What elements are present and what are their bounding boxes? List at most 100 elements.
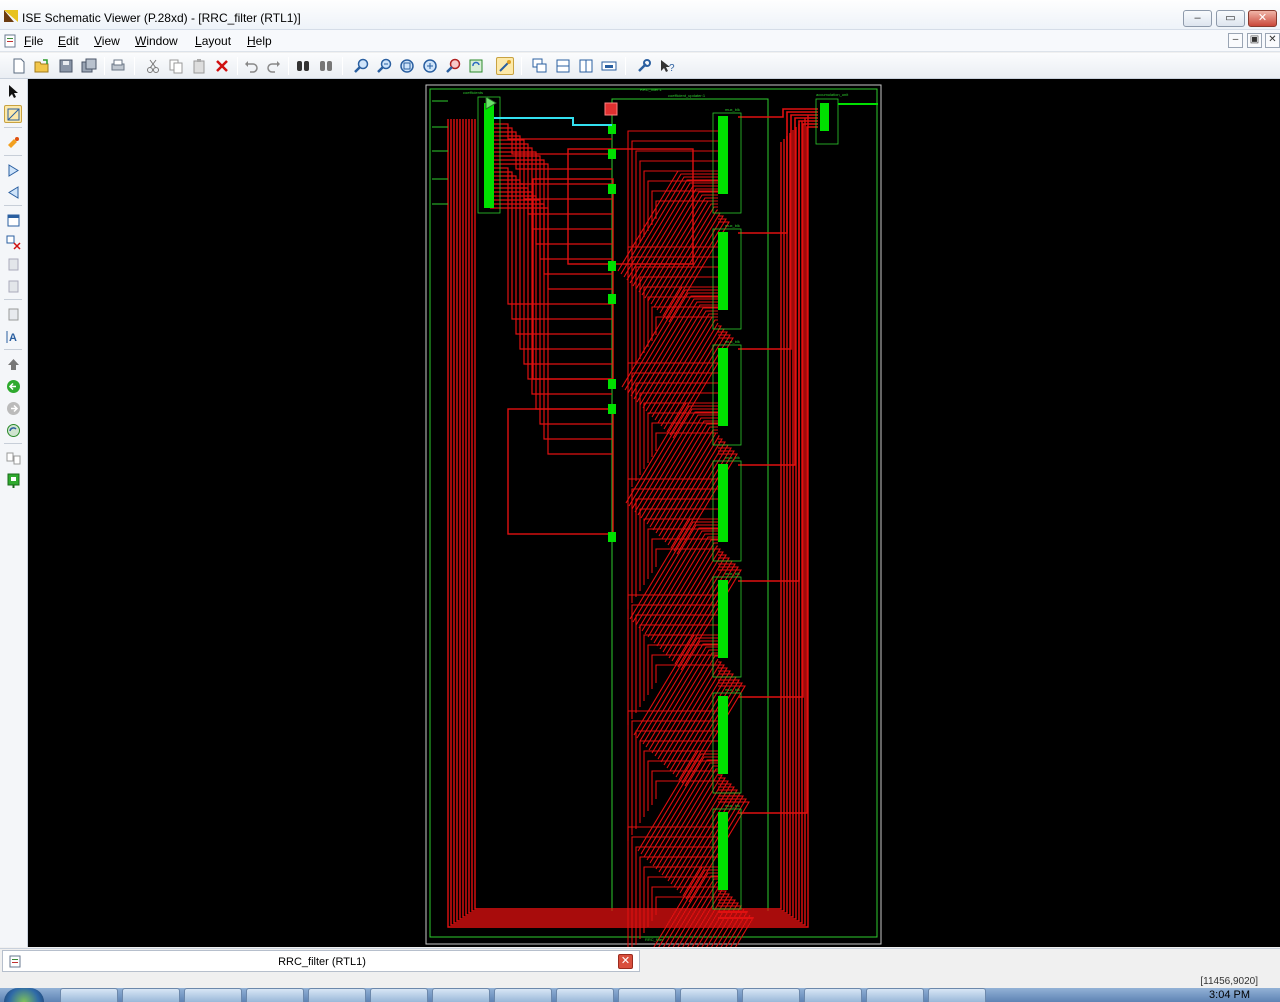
cut-icon[interactable] bbox=[144, 57, 162, 75]
copy-icon[interactable] bbox=[167, 57, 185, 75]
highlight-icon[interactable] bbox=[4, 133, 22, 151]
save-icon[interactable] bbox=[57, 57, 75, 75]
pop-icon[interactable] bbox=[4, 277, 22, 295]
taskbar-app-15[interactable] bbox=[928, 988, 986, 1002]
taskbar-app-3[interactable] bbox=[184, 988, 242, 1002]
taskbar-ise[interactable] bbox=[122, 988, 180, 1002]
zoom-area-icon[interactable] bbox=[421, 57, 439, 75]
tab-close-icon[interactable]: ✕ bbox=[618, 954, 633, 969]
ise-app-icon bbox=[4, 10, 18, 22]
new-icon[interactable] bbox=[10, 57, 28, 75]
find-icon[interactable] bbox=[294, 57, 312, 75]
zoom-out-icon[interactable] bbox=[375, 57, 393, 75]
schematic-drawing: mux_blk mux_blk mux_blk mux_blk mux_blk mux_b… bbox=[425, 84, 882, 1002]
back-icon[interactable] bbox=[4, 377, 22, 395]
hierarchy-icon[interactable] bbox=[4, 305, 22, 323]
output-marker bbox=[604, 102, 618, 116]
mdi-restore-button[interactable]: ▣ bbox=[1247, 33, 1262, 48]
taskbar-app-14[interactable] bbox=[866, 988, 924, 1002]
taskbar-app-11[interactable] bbox=[680, 988, 738, 1002]
taskbar-app-10[interactable] bbox=[618, 988, 676, 1002]
taskbar-app-6[interactable] bbox=[370, 988, 428, 1002]
menu-help[interactable]: Help bbox=[247, 34, 272, 48]
menu-window[interactable]: Window bbox=[135, 34, 178, 48]
copy-schematic-icon[interactable] bbox=[4, 449, 22, 467]
taskbar-app-12[interactable] bbox=[742, 988, 800, 1002]
delete-icon[interactable] bbox=[213, 57, 231, 75]
wire bbox=[656, 209, 718, 311]
mdi-minimize-button[interactable]: – bbox=[1228, 33, 1243, 48]
add-output-icon[interactable] bbox=[4, 183, 22, 201]
menu-layout[interactable]: Layout bbox=[195, 34, 231, 48]
taskbar-explorer[interactable] bbox=[60, 988, 118, 1002]
paste-icon[interactable] bbox=[190, 57, 208, 75]
wire bbox=[738, 111, 818, 234]
window-title: ISE Schematic Viewer (P.28xd) - [RRC_fil… bbox=[22, 11, 301, 25]
tab-rrc-filter[interactable]: RRC_filter (RTL1) ✕ bbox=[2, 950, 640, 972]
refresh-view-icon[interactable] bbox=[4, 421, 22, 439]
svg-text:?: ? bbox=[669, 63, 675, 74]
open-icon[interactable] bbox=[33, 57, 51, 75]
mux-label: mux_blk bbox=[725, 687, 740, 692]
taskbar-clock: 3:04 PM bbox=[1209, 989, 1250, 1001]
menu-bar: File Edit View Window Layout Help bbox=[0, 30, 1280, 52]
taskbar-app-8[interactable] bbox=[494, 988, 552, 1002]
push-icon[interactable] bbox=[4, 255, 22, 273]
wire bbox=[643, 756, 718, 858]
remove-icon[interactable] bbox=[4, 233, 22, 251]
arrange-icon[interactable] bbox=[600, 57, 618, 75]
maximize-button[interactable]: ▭ bbox=[1216, 10, 1245, 27]
coefficients-label: coefficients bbox=[463, 90, 483, 95]
status-bar bbox=[0, 974, 1280, 988]
wire bbox=[663, 664, 725, 766]
mux-block bbox=[718, 696, 728, 774]
up-icon[interactable] bbox=[4, 355, 22, 373]
text-icon[interactable]: A bbox=[4, 327, 22, 345]
selected-net bbox=[494, 117, 612, 126]
save-all-icon[interactable] bbox=[80, 57, 98, 75]
wire bbox=[655, 432, 718, 534]
refresh-icon[interactable] bbox=[467, 57, 485, 75]
wire bbox=[656, 545, 718, 647]
expand-icon[interactable] bbox=[4, 211, 22, 229]
taskbar-matlab[interactable] bbox=[432, 988, 490, 1002]
menu-edit[interactable]: Edit bbox=[58, 34, 79, 48]
pan-icon[interactable] bbox=[496, 57, 514, 75]
zoom-full-icon[interactable] bbox=[398, 57, 416, 75]
start-button[interactable] bbox=[4, 988, 44, 1002]
taskbar-app-9[interactable] bbox=[556, 988, 614, 1002]
zoom-to-box-icon[interactable] bbox=[4, 105, 22, 123]
export-icon[interactable] bbox=[4, 471, 22, 489]
sheet-border bbox=[425, 84, 882, 945]
select-icon[interactable] bbox=[4, 82, 22, 100]
undo-icon[interactable] bbox=[242, 57, 260, 75]
taskbar-excel[interactable] bbox=[246, 988, 304, 1002]
svg-text:A: A bbox=[9, 332, 17, 344]
cascade-icon[interactable] bbox=[531, 57, 549, 75]
schematic-canvas[interactable]: mux_blk mux_blk mux_blk mux_blk mux_blk mux_b… bbox=[28, 79, 1280, 1002]
taskbar-word[interactable] bbox=[804, 988, 862, 1002]
menu-file[interactable]: File bbox=[24, 34, 43, 48]
add-input-icon[interactable] bbox=[4, 161, 22, 179]
help-pointer-icon[interactable]: ? bbox=[658, 57, 676, 75]
find-next-icon[interactable] bbox=[317, 57, 335, 75]
zoom-select-icon[interactable] bbox=[444, 57, 462, 75]
properties-icon[interactable] bbox=[635, 57, 653, 75]
updater-node bbox=[608, 184, 616, 194]
menu-view[interactable]: View bbox=[94, 34, 120, 48]
minimize-button[interactable]: – bbox=[1183, 10, 1212, 27]
print-icon[interactable] bbox=[109, 57, 127, 75]
close-button[interactable]: ✕ bbox=[1248, 10, 1277, 27]
wire bbox=[738, 114, 818, 350]
wire bbox=[738, 123, 818, 698]
zoom-in-icon[interactable] bbox=[352, 57, 370, 75]
redo-icon[interactable] bbox=[265, 57, 283, 75]
mux-block bbox=[718, 580, 728, 658]
forward-icon[interactable] bbox=[4, 399, 22, 417]
mdi-close-button[interactable]: ✕ bbox=[1265, 33, 1280, 48]
taskbar-app-5[interactable] bbox=[308, 988, 366, 1002]
tile-horizontal-icon[interactable] bbox=[554, 57, 572, 75]
tile-vertical-icon[interactable] bbox=[577, 57, 595, 75]
updater-node bbox=[608, 261, 616, 271]
tab-label: RRC_filter (RTL1) bbox=[278, 956, 366, 968]
